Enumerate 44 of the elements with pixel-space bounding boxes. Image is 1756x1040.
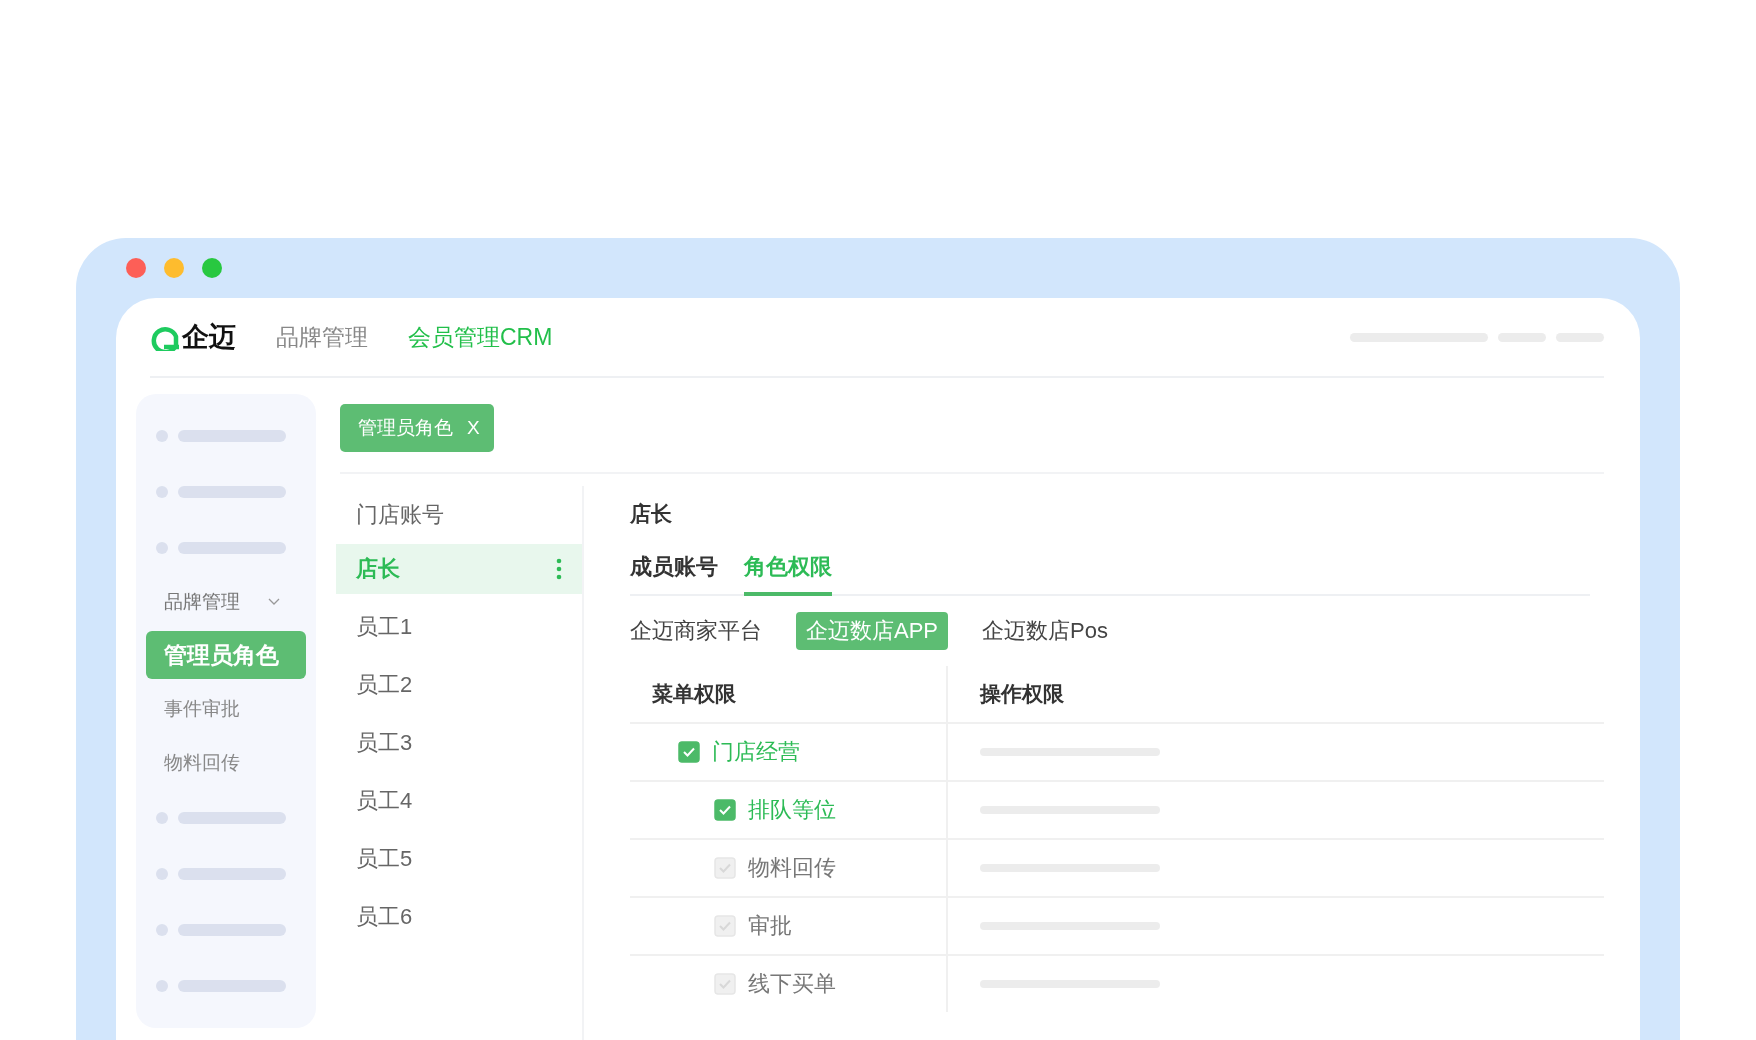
role-item[interactable]: 员工6 (336, 892, 582, 942)
nav-tab[interactable]: 品牌管理 (276, 321, 368, 353)
placeholder-dot (156, 980, 168, 992)
tab[interactable]: 角色权限 (744, 544, 832, 596)
placeholder-dot (156, 924, 168, 936)
menu-permission-label: 门店经营 (712, 738, 800, 766)
placeholder-dot (156, 812, 168, 824)
close-button[interactable] (126, 258, 146, 278)
menu-permission-label: 线下买单 (748, 970, 836, 998)
tab[interactable]: 成员账号 (630, 544, 718, 596)
role-title: 店长 (630, 501, 673, 527)
close-button[interactable]: X (467, 417, 480, 439)
placeholder-dot (156, 868, 168, 880)
role-item[interactable]: 员工4 (336, 776, 582, 826)
role-item[interactable]: 员工3 (336, 718, 582, 768)
sidebar-group[interactable]: 品牌管理 (146, 576, 306, 628)
placeholder-dot (156, 486, 168, 498)
menu-permission-label: 物料回传 (748, 854, 836, 882)
sidebar-item[interactable]: 事件审批 (146, 682, 306, 736)
platform-tab[interactable]: 企迈数店APP (796, 612, 949, 650)
role-item[interactable]: 员工2 (336, 660, 582, 710)
menu-permission-label: 审批 (748, 912, 792, 940)
nav-tab[interactable]: 会员管理CRM (408, 321, 553, 353)
role-item[interactable]: 员工5 (336, 834, 582, 884)
platform-tab[interactable]: 企迈商家平台 (630, 612, 772, 650)
role-item[interactable]: 店长 (336, 544, 582, 594)
sidebar-item[interactable]: 管理员角色 (146, 631, 306, 679)
minimize-button[interactable] (164, 258, 184, 278)
section-title: 门店账号 (355, 501, 445, 529)
role-item[interactable]: 员工1 (336, 602, 582, 652)
tab-label: 管理员角色 (358, 416, 453, 440)
maximize-button[interactable] (202, 258, 222, 278)
checkbox[interactable] (714, 799, 736, 821)
logo-text: 企迈 (182, 321, 236, 354)
menu-permission-label: 排队等位 (748, 796, 836, 824)
column-header: 菜单权限 (651, 681, 737, 707)
open-tab[interactable]: 管理员角色 X (340, 404, 494, 452)
checkbox[interactable] (678, 741, 700, 763)
platform-tab[interactable]: 企迈数店Pos (972, 612, 1118, 650)
placeholder-dot (156, 542, 168, 554)
more-icon[interactable] (556, 558, 562, 580)
placeholder-dot (156, 430, 168, 442)
column-header: 操作权限 (946, 666, 1604, 722)
sidebar-item[interactable]: 物料回传 (146, 736, 306, 790)
